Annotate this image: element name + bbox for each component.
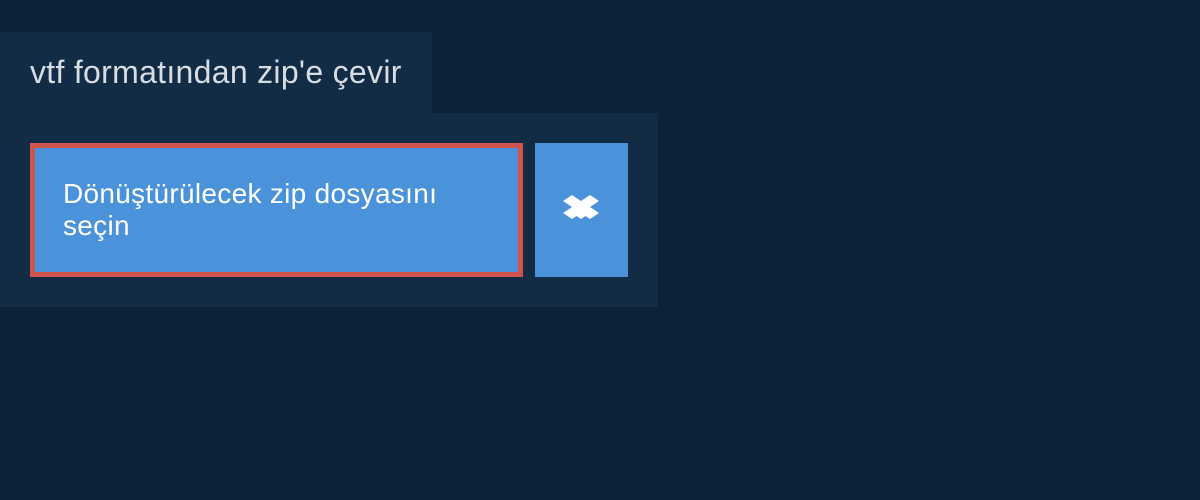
tab-header: vtf formatından zip'e çevir — [0, 32, 432, 113]
dropbox-icon — [563, 192, 599, 228]
button-row: Dönüştürülecek zip dosyasını seçin — [30, 143, 628, 277]
upload-panel: Dönüştürülecek zip dosyasını seçin — [0, 113, 658, 307]
page-title: vtf formatından zip'e çevir — [30, 54, 402, 91]
choose-file-button[interactable]: Dönüştürülecek zip dosyasını seçin — [30, 143, 523, 277]
choose-file-label: Dönüştürülecek zip dosyasını seçin — [63, 178, 490, 242]
dropbox-button[interactable] — [535, 143, 628, 277]
